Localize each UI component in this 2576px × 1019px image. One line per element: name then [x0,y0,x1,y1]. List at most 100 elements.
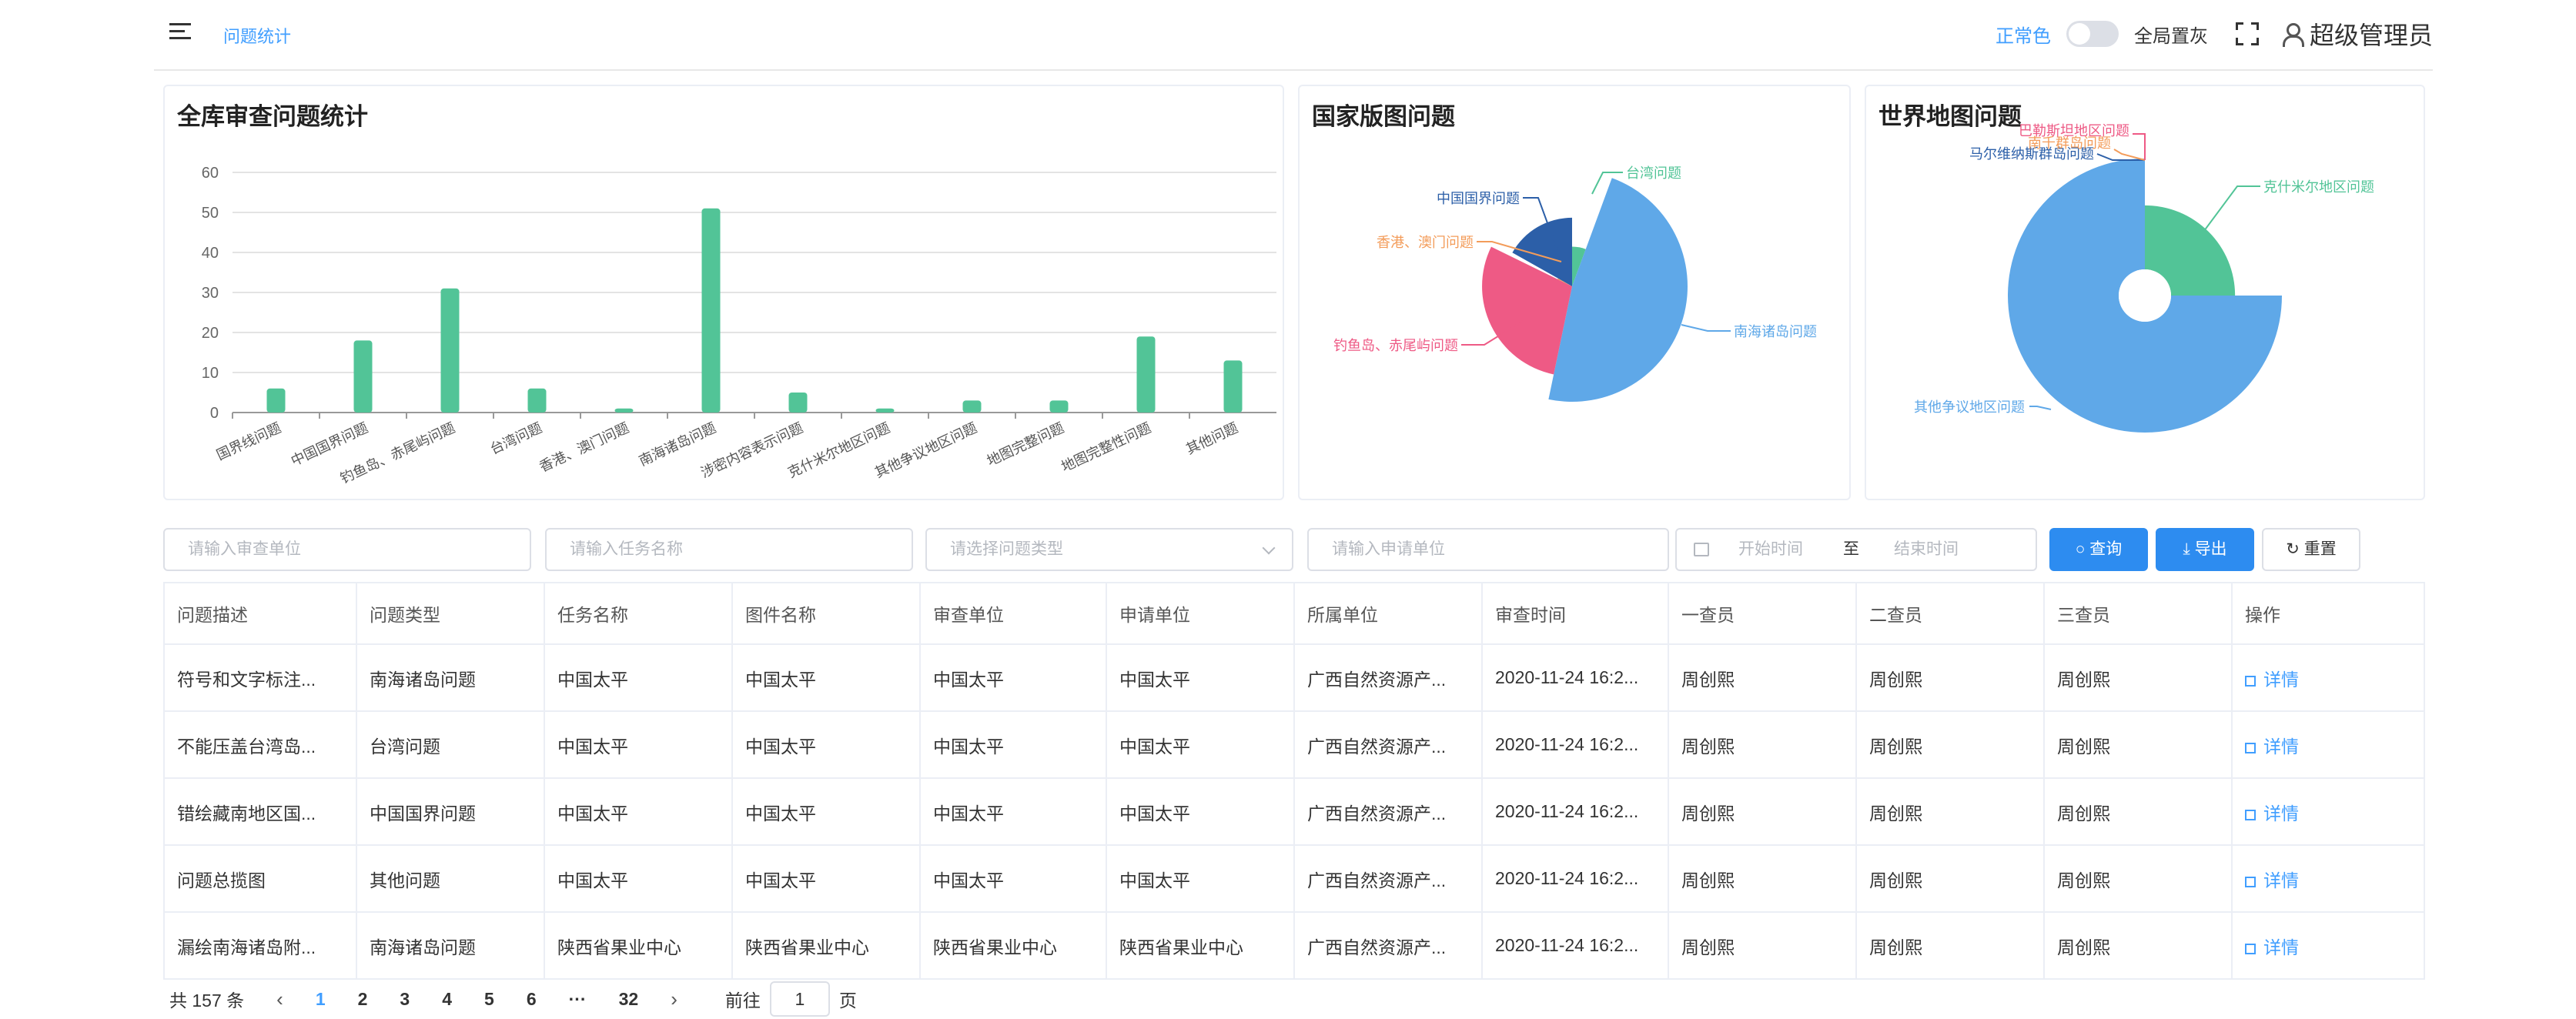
pie-label-line [1681,324,1731,332]
edit-icon [2245,809,2256,820]
end-time-input[interactable]: 结束时间 [1894,530,1959,570]
date-range-picker[interactable]: 开始时间 至 结束时间 [1675,528,2037,571]
detail-link[interactable]: 详情 [2263,870,2299,890]
header-right: 正常色 全局置灰 超级管理员 [1996,17,2433,51]
page-number[interactable]: ··· [569,989,587,1010]
table-cell: 周创熙 [1855,643,2045,712]
table-cell: 周创熙 [2043,777,2233,846]
detail-link[interactable]: 详情 [2263,737,2299,757]
china-pie-card: 国家版图问题 台湾问题 南海诸岛问题 钓鱼岛、赤尾屿问题 香港、澳门问题 中国国界问题 [1298,85,1851,500]
bar [353,340,373,413]
table-cell: 周创熙 [2043,643,2233,712]
page-number[interactable]: 4 [442,989,452,1010]
problem-type-select[interactable]: 请选择问题类型 [925,528,1293,571]
table-cell: 广西自然资源产... [1293,844,1483,913]
gray-mode-label: 全局置灰 [2133,25,2208,47]
bar [1136,336,1156,413]
breadcrumb[interactable]: 问题统计 [223,23,291,48]
goto-page-input[interactable]: 1 [769,981,830,1017]
column-header: 二查员 [1855,582,2045,645]
column-header: 三查员 [2043,582,2233,645]
bar [1049,400,1069,413]
user-name[interactable]: 超级管理员 [2310,16,2433,52]
normal-color-label: 正常色 [1995,25,2051,47]
page-number[interactable]: 5 [484,989,494,1010]
table-cell: 中国太平 [544,643,733,712]
page-number[interactable]: 1 [316,989,326,1010]
filter-bar: 请输入审查单位 请输入任务名称 请选择问题类型 请输入申请单位 开始时间 至 结… [163,525,2424,574]
table-cell: 中国太平 [919,710,1107,779]
column-header: 图件名称 [731,582,921,645]
detail-link[interactable]: 详情 [2263,804,2299,824]
table-row: 错绘藏南地区国... 中国国界问题 中国太平 中国太平 中国太平 中国太平 广西自然资源产.… [163,777,2425,846]
table-cell: 周创熙 [1855,710,2045,779]
table-cell: 不能压盖台湾岛... [163,710,357,779]
pie-label: 台湾问题 [1626,165,1681,181]
x-tick-label: 地图完整性问题 [1059,419,1154,474]
y-tick-label: 40 [202,245,219,262]
page-unit-label: 页 [838,991,857,1011]
table-cell: 周创熙 [2043,844,2233,913]
export-button[interactable]: ⤓ 导出 [2156,528,2254,571]
table-cell: 中国太平 [1106,777,1295,846]
table-cell: 周创熙 [1855,777,2045,846]
x-tick-label: 香港、澳门问题 [537,419,632,474]
column-header: 操作 [2231,582,2425,645]
menu-toggle-icon[interactable] [169,23,191,45]
fullscreen-icon[interactable] [2235,22,2259,45]
next-page-button[interactable]: › [671,987,677,1011]
pie-hole [2119,269,2171,322]
pie-label: 中国国界问题 [1437,191,1520,206]
page-number[interactable]: 3 [400,989,410,1010]
top-bar: 问题统计 正常色 全局置灰 超级管理员 [154,0,2433,71]
goto-label: 前往 [724,991,761,1011]
table-cell: 中国太平 [919,777,1107,846]
reset-button[interactable]: ↻ 重置 [2262,528,2360,571]
table-cell: 周创熙 [1668,844,1857,913]
prev-page-button[interactable]: ‹ [276,987,283,1011]
world-pie-chart: 克什米尔地区问题其他争议地区问题马尔维纳斯群岛问题南千群岛问题巴勒斯坦地区问题 [1914,123,2374,433]
table-cell: 周创熙 [1855,844,2045,913]
detail-link[interactable]: 详情 [2263,937,2299,957]
table-cell: 中国太平 [1106,643,1295,712]
table-cell: 中国太平 [919,844,1107,913]
table-cell: 陕西省果业中心 [919,911,1107,980]
detail-link[interactable]: 详情 [2263,670,2299,690]
column-header: 问题描述 [163,582,357,645]
table-cell: 周创熙 [1855,911,2045,980]
y-tick-label: 20 [202,325,219,342]
y-tick-label: 30 [202,285,219,302]
search-button[interactable]: ○ 查询 [2049,528,2148,571]
table-cell: 其他问题 [356,844,545,913]
bar-chart-card: 全库审查问题统计 0 10 20 30 40 50 60 国界线问题 中国国界问题 钓鱼岛、赤尾屿… [163,85,1284,500]
table-cell: 2020-11-24 16:2... [1481,777,1669,846]
bar [701,208,721,413]
pie-label: 香港、澳门问题 [1377,235,1474,250]
pie-label: 克什米尔地区问题 [2263,179,2374,195]
table-cell: 中国太平 [731,710,921,779]
table-cell: 广西自然资源产... [1293,710,1483,779]
table-cell: 广西自然资源产... [1293,643,1483,712]
edit-icon [2245,675,2256,687]
table-cell: 周创熙 [2043,710,2233,779]
table-cell: 中国太平 [731,844,921,913]
apply-unit-input[interactable]: 请输入申请单位 [1307,528,1669,571]
x-tick-label: 台湾问题 [487,419,544,457]
audit-unit-input[interactable]: 请输入审查单位 [163,528,531,571]
column-header: 申请单位 [1106,582,1295,645]
search-icon: ○ [2075,540,2090,558]
table-cell: 中国太平 [544,710,733,779]
start-time-input[interactable]: 开始时间 [1738,530,1803,570]
table-row: 问题总揽图 其他问题 中国太平 中国太平 中国太平 中国太平 广西自然资源产... 2020-… [163,844,2425,913]
column-header: 审查单位 [919,582,1107,645]
pie-label-line [2029,406,2052,410]
table-cell: 漏绘南海诸岛附... [163,911,357,980]
task-name-input[interactable]: 请输入任务名称 [545,528,913,571]
page-number[interactable]: 6 [527,989,537,1010]
edit-icon [2245,742,2256,753]
page-number[interactable]: 32 [619,989,639,1010]
table-cell: 中国太平 [1106,844,1295,913]
gray-mode-toggle[interactable] [2066,21,2119,47]
page-number[interactable]: 2 [358,989,368,1010]
table-row: 漏绘南海诸岛附... 南海诸岛问题 陕西省果业中心 陕西省果业中心 陕西省果业中心 陕西省… [163,911,2425,980]
